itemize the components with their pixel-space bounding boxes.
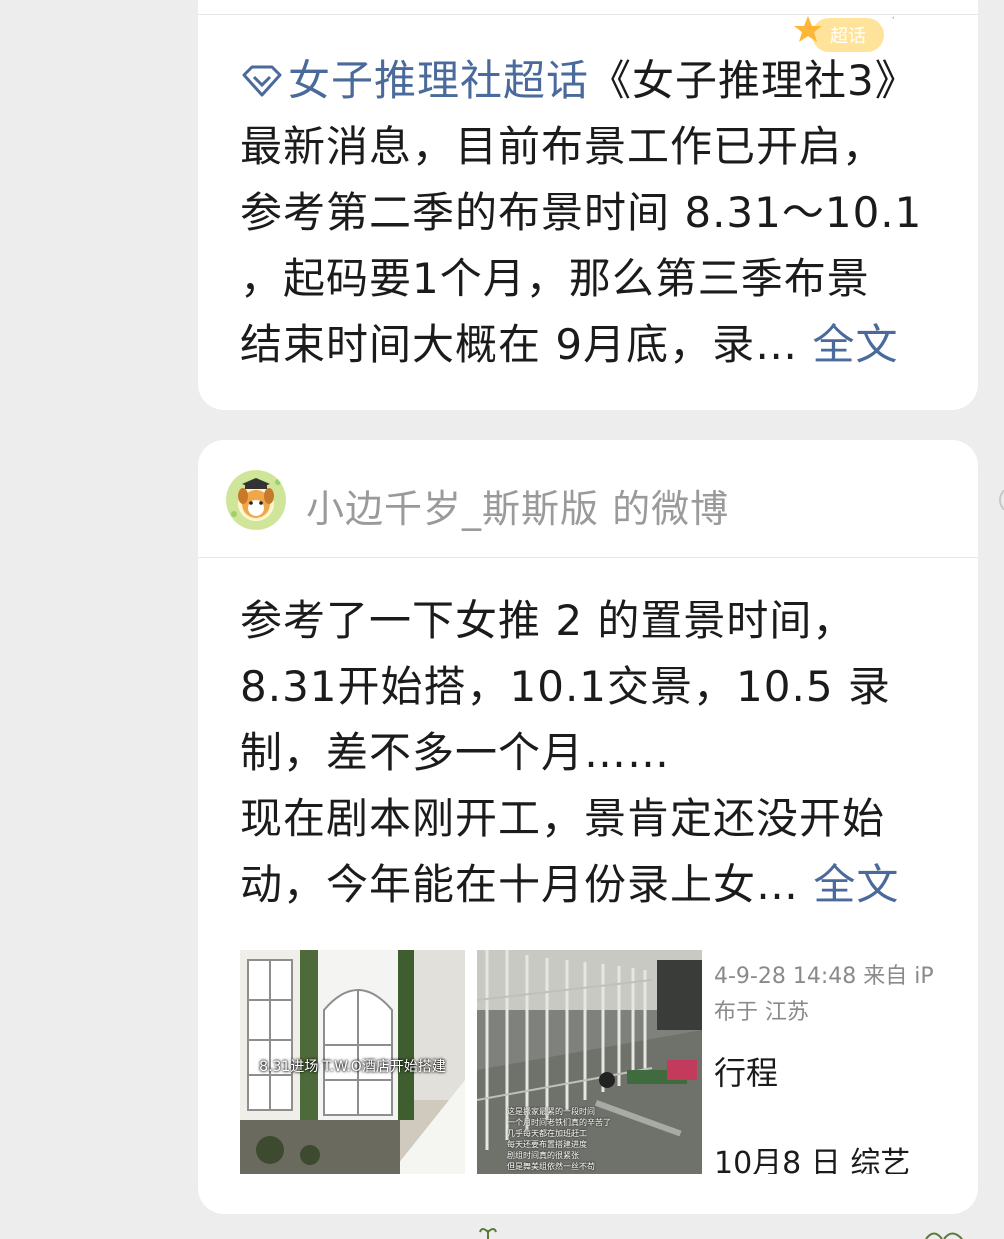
post-image-thumbnail[interactable]: 这是搬家最紧的一段时间 一个月时间老铁们真的辛苦了 几乎每天都在加班赶工 每天还… (477, 950, 702, 1174)
post-body: 女子推理社超话《女子推理社3》 最新消息，目前布景工作已开启， 参考第二季的布景… (240, 48, 940, 378)
decorative-sprout-icon (479, 1228, 497, 1239)
third-image-preview[interactable]: 4-9-28 14:48 来自 iP 布于 江苏 行程 10月8 日 综艺 (714, 950, 940, 1174)
post-image-thumbnail[interactable]: 8.31进场 T.W.O酒店开始搭建 (240, 950, 465, 1174)
overlay-line: 剧组时间真的很紧张 (507, 1151, 579, 1160)
overlay-line: 这是搬家最紧的一段时间 (507, 1107, 595, 1116)
post-line: 参考第二季的布景时间 8.31～10.1 (240, 188, 923, 237)
post-location: 布于 江苏 (714, 1000, 809, 1025)
decorative-leaf-icon (925, 1232, 963, 1239)
diamond-icon (242, 65, 282, 97)
post-line: 《女子推理社3》 (589, 56, 918, 105)
overlay-line: 几乎每天都在加班赶工 (507, 1129, 587, 1138)
super-topic-label: 女子推理社超话 (288, 56, 590, 105)
post-line: 最新消息，目前布景工作已开启， (240, 122, 886, 171)
post-line: 制，差不多一个月…… (240, 728, 671, 777)
full-text-link[interactable]: 全文 (812, 320, 898, 369)
image-overlay-text: 这是搬家最紧的一段时间 一个月时间老铁们真的辛苦了 几乎每天都在加班赶工 每天还… (507, 1106, 637, 1172)
overlay-line: 但是舞美组依然一丝不苟 (507, 1162, 595, 1171)
post-line: ，起码要1个月，那么第三季布景 (240, 254, 870, 303)
post-header[interactable]: 小边千岁_斯斯版 的微博 (198, 440, 978, 558)
next-card-edge (999, 490, 1004, 510)
image-caption: 8.31进场 T.W.O酒店开始搭建 (259, 1059, 446, 1075)
dog-avatar-icon (231, 478, 281, 518)
post-line: 8.31开始搭，10.1交景，10.5 录 (240, 662, 891, 711)
preview-subtitle: 10月8 日 综艺 (714, 1146, 911, 1174)
avatar[interactable] (226, 470, 286, 530)
weibo-post-card[interactable]: 超话 ✦ 女子推理社超话《女子推理社3》 最新消息，目前布景工作已开启， 参考第… (198, 0, 978, 410)
post-line: 现在剧本刚开工，景肯定还没开始 (240, 794, 886, 843)
full-text-link[interactable]: 全文 (813, 860, 899, 909)
weibo-post-card[interactable]: 小边千岁_斯斯版 的微博 参考了一下女推 2 的置景时间， 8.31开始搭，10… (198, 440, 978, 1214)
author-name[interactable]: 小边千岁_斯斯版 的微博 (306, 478, 729, 533)
post-line: 结束时间大概在 9月底，录… (240, 320, 799, 369)
badge-label: 超话 (830, 26, 866, 47)
preview-title: 行程 (714, 1054, 779, 1092)
overlay-line: 一个月时间老铁们真的辛苦了 (507, 1118, 611, 1127)
super-topic-link[interactable]: 女子推理社超话 (240, 56, 589, 105)
overlay-line: 每天还要布置搭建进度 (507, 1140, 587, 1149)
post-line: 参考了一下女推 2 的置景时间， (240, 596, 856, 645)
svg-text:✦: ✦ (890, 11, 894, 25)
post-body: 参考了一下女推 2 的置景时间， 8.31开始搭，10.1交景，10.5 录 制… (240, 588, 940, 918)
post-line: 动，今年能在十月份录上女… (240, 860, 800, 909)
post-timestamp: 4-9-28 14:48 来自 iP (714, 964, 934, 989)
